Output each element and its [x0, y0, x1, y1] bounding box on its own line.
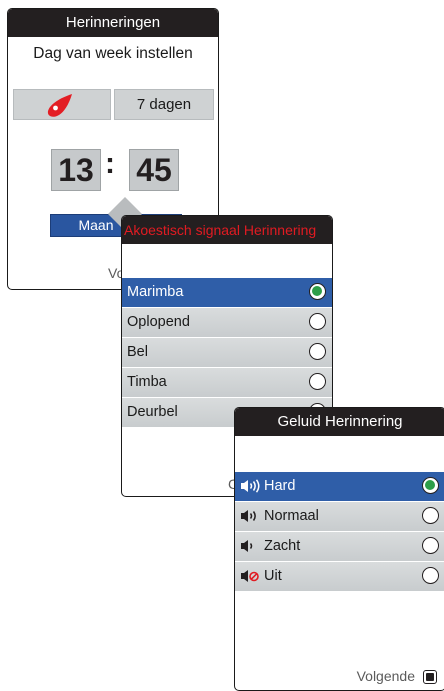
- time-separator: :: [105, 147, 115, 180]
- tone-list: Marimba Oplopend Bel Timba Deurbel: [122, 278, 332, 428]
- radio-icon[interactable]: [422, 567, 439, 584]
- reminder-type-button[interactable]: [13, 89, 111, 120]
- speaker-medium-icon: [241, 510, 256, 523]
- screen-title: Herinneringen: [8, 9, 218, 37]
- reminder-volume-screen: Geluid Herinnering Hard Normaal Zacht Ui…: [234, 407, 444, 691]
- screen-subtitle: Dag van week instellen: [33, 45, 193, 62]
- radio-icon[interactable]: [422, 537, 439, 554]
- list-item[interactable]: Bel: [122, 338, 332, 368]
- list-item-label: Zacht: [264, 538, 301, 554]
- list-item-label: Hard: [264, 478, 296, 494]
- list-item-label: Timba: [127, 374, 167, 390]
- list-item[interactable]: Oplopend: [122, 308, 332, 338]
- days-selector[interactable]: 7 dagen: [114, 89, 214, 120]
- list-item[interactable]: Normaal: [235, 502, 444, 532]
- list-item[interactable]: Hard: [235, 472, 444, 502]
- next-button-label: Volgende: [356, 667, 415, 684]
- list-item[interactable]: Marimba: [122, 278, 332, 308]
- list-item-label: Uit: [264, 568, 282, 584]
- radio-icon[interactable]: [309, 343, 326, 360]
- radio-selected-icon[interactable]: [422, 477, 439, 494]
- stop-icon: [423, 670, 437, 684]
- volume-list: Hard Normaal Zacht Uit: [235, 472, 444, 592]
- radio-selected-icon[interactable]: [309, 283, 326, 300]
- radio-icon[interactable]: [309, 313, 326, 330]
- hour-field[interactable]: 13: [51, 149, 101, 191]
- list-item-label: Marimba: [127, 284, 184, 300]
- next-button[interactable]: Volgende: [357, 668, 437, 684]
- speaker-loud-icon: [241, 479, 260, 493]
- list-item-label: Deurbel: [127, 404, 178, 420]
- blood-drop-icon: [47, 94, 72, 117]
- list-item-label: Bel: [127, 344, 148, 360]
- arrow-up-icon[interactable]: [108, 197, 142, 214]
- speaker-mute-icon: [241, 570, 259, 583]
- speaker-low-icon: [241, 540, 253, 553]
- list-item[interactable]: Uit: [235, 562, 444, 592]
- minute-field[interactable]: 45: [129, 149, 179, 191]
- list-item[interactable]: Timba: [122, 368, 332, 398]
- screen-title: Geluid Herinnering: [235, 408, 444, 436]
- screen-title: Akoestisch signaal Herinnering: [122, 216, 332, 244]
- list-item[interactable]: Zacht: [235, 532, 444, 562]
- radio-icon[interactable]: [309, 373, 326, 390]
- radio-icon[interactable]: [422, 507, 439, 524]
- list-item-label: Oplopend: [127, 314, 190, 330]
- list-item-label: Normaal: [264, 508, 319, 524]
